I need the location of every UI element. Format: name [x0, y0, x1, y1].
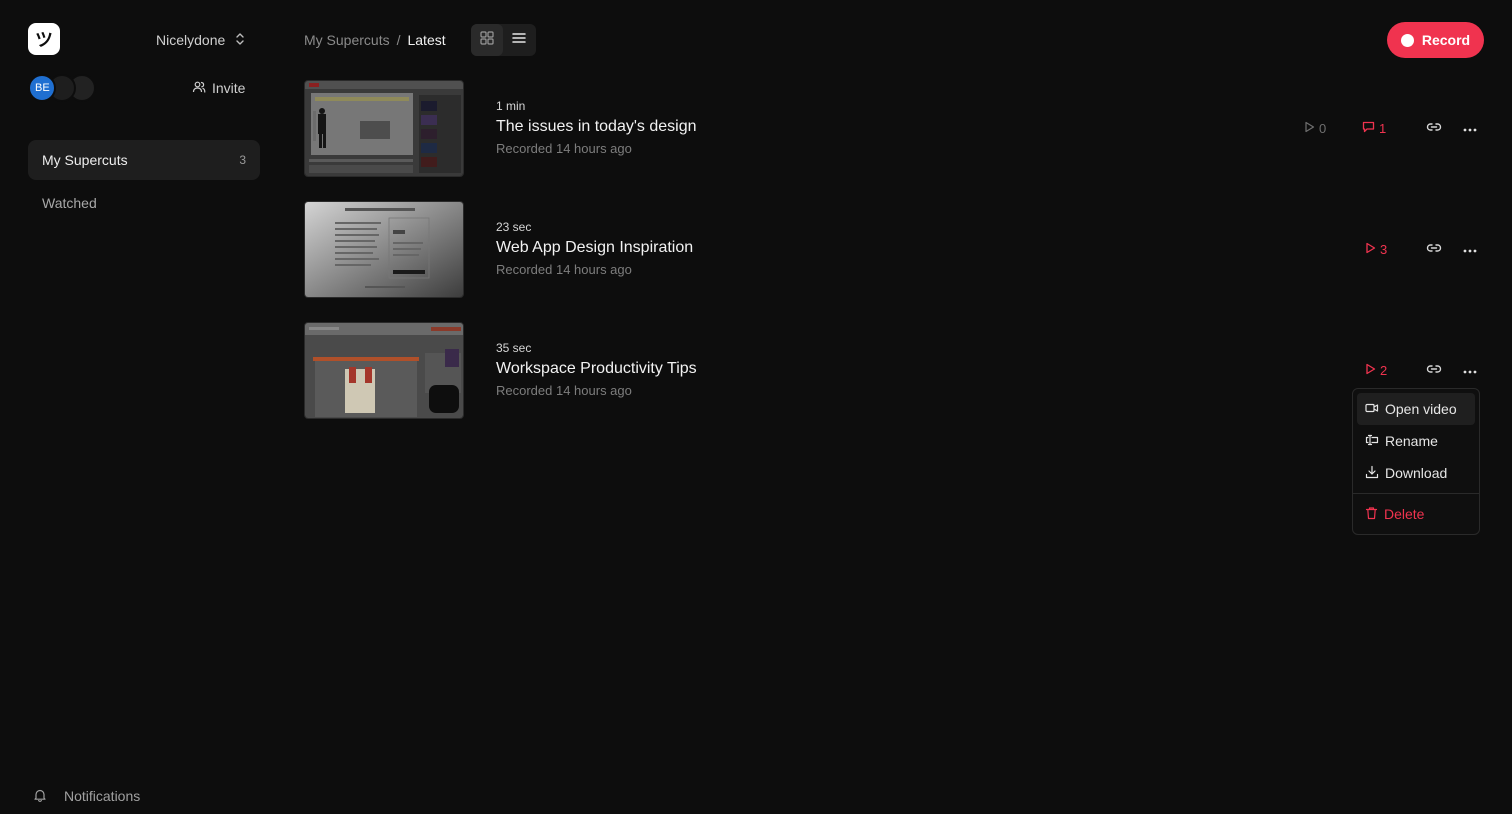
play-icon — [1304, 121, 1315, 136]
menu-item-open-video[interactable]: Open video — [1357, 393, 1475, 425]
menu-item-delete[interactable]: Delete — [1357, 498, 1475, 530]
video-duration: 1 min — [496, 99, 526, 113]
chevron-up-down-icon — [235, 32, 245, 49]
video-recorded-time: Recorded 14 hours ago — [496, 141, 632, 156]
views-value: 3 — [1380, 241, 1388, 257]
users-icon — [192, 80, 206, 97]
video-title[interactable]: Workspace Productivity Tips — [496, 360, 697, 382]
views-count[interactable]: 3 — [1365, 240, 1387, 258]
comments-count[interactable]: 1 — [1362, 119, 1386, 137]
invite-button[interactable]: Invite — [192, 79, 245, 97]
avatar-initials: BE — [35, 82, 50, 94]
ellipsis-icon — [1463, 240, 1477, 258]
video-duration: 35 sec — [496, 341, 532, 355]
views-count[interactable]: 0 — [1304, 119, 1326, 137]
video-meta: 1 min The issues in today's design Recor… — [496, 99, 697, 156]
copy-link-button[interactable] — [1425, 361, 1443, 379]
trash-icon — [1365, 506, 1378, 523]
video-row[interactable]: 23 sec Web App Design Inspiration Record… — [304, 201, 1484, 298]
video-title[interactable]: The issues in today's design — [496, 118, 697, 140]
breadcrumb-parent[interactable]: My Supercuts — [304, 32, 390, 48]
more-options-button[interactable] — [1461, 361, 1479, 379]
record-button[interactable]: Record — [1387, 22, 1484, 58]
download-icon — [1365, 465, 1379, 482]
views-count[interactable]: 2 — [1365, 361, 1387, 379]
copy-link-button[interactable] — [1425, 119, 1443, 137]
ellipsis-icon — [1463, 119, 1477, 137]
grid-view-button[interactable] — [471, 24, 503, 56]
workspace-name: Nicelydone — [156, 32, 226, 48]
avatar: BE — [28, 74, 56, 102]
video-recorded-time: Recorded 14 hours ago — [496, 262, 632, 277]
rename-icon — [1365, 433, 1379, 449]
breadcrumb-current: Latest — [407, 32, 446, 48]
video-row[interactable]: 35 sec Workspace Productivity Tips Recor… — [304, 322, 1484, 419]
views-value: 0 — [1319, 120, 1327, 136]
record-dot-icon — [1400, 33, 1414, 47]
sidebar-item-label: My Supercuts — [42, 152, 128, 168]
workspace-switcher[interactable]: Nicelydone — [156, 31, 245, 49]
video-recorded-time: Recorded 14 hours ago — [496, 383, 632, 398]
menu-divider — [1353, 493, 1479, 494]
record-label: Record — [1421, 32, 1471, 48]
video-thumbnail[interactable] — [304, 80, 464, 177]
copy-link-button[interactable] — [1425, 240, 1443, 258]
video-duration: 23 sec — [496, 220, 532, 234]
more-options-button[interactable] — [1461, 240, 1479, 258]
notifications-label: Notifications — [64, 788, 141, 804]
bell-icon — [32, 787, 48, 806]
video-thumbnail[interactable] — [304, 322, 464, 419]
notifications-button[interactable]: Notifications — [32, 786, 140, 806]
logo-glyph: ツ — [35, 30, 53, 51]
menu-item-label: Download — [1385, 465, 1448, 481]
more-options-button[interactable] — [1461, 119, 1479, 137]
list-view-button[interactable] — [503, 24, 535, 56]
sidebar-item-watched[interactable]: Watched — [28, 183, 260, 223]
video-thumbnail[interactable] — [304, 201, 464, 298]
sidebar-item-count: 3 — [239, 153, 246, 167]
video-title[interactable]: Web App Design Inspiration — [496, 239, 693, 261]
video-options-menu: Open video Rename Download Delete — [1352, 388, 1480, 535]
video-meta: 35 sec Workspace Productivity Tips Recor… — [496, 341, 697, 398]
video-icon — [1365, 401, 1379, 417]
sidebar: ツ Nicelydone BE Invite My Supercuts 3 Wa… — [0, 0, 280, 814]
sidebar-item-label: Watched — [42, 195, 97, 211]
menu-item-rename[interactable]: Rename — [1357, 425, 1475, 457]
video-meta: 23 sec Web App Design Inspiration Record… — [496, 220, 693, 277]
comments-value: 1 — [1379, 120, 1387, 136]
views-value: 2 — [1380, 362, 1388, 378]
ellipsis-icon — [1463, 361, 1477, 379]
comment-icon — [1362, 121, 1375, 136]
grid-icon — [480, 30, 494, 50]
breadcrumb: My Supercuts / Latest — [304, 31, 446, 49]
app-logo[interactable]: ツ — [28, 23, 60, 55]
play-icon — [1365, 242, 1376, 257]
menu-item-label: Delete — [1384, 506, 1425, 522]
breadcrumb-separator: / — [396, 32, 401, 48]
menu-item-label: Rename — [1385, 433, 1438, 449]
play-icon — [1365, 363, 1376, 378]
menu-item-download[interactable]: Download — [1357, 457, 1475, 489]
list-icon — [512, 31, 526, 49]
menu-item-label: Open video — [1385, 401, 1457, 417]
link-icon — [1426, 361, 1442, 379]
link-icon — [1426, 240, 1442, 258]
invite-label: Invite — [212, 80, 246, 96]
link-icon — [1426, 119, 1442, 137]
video-row[interactable]: 1 min The issues in today's design Recor… — [304, 80, 1484, 177]
view-toggle — [471, 24, 536, 56]
sidebar-item-my-supercuts[interactable]: My Supercuts 3 — [28, 140, 260, 180]
